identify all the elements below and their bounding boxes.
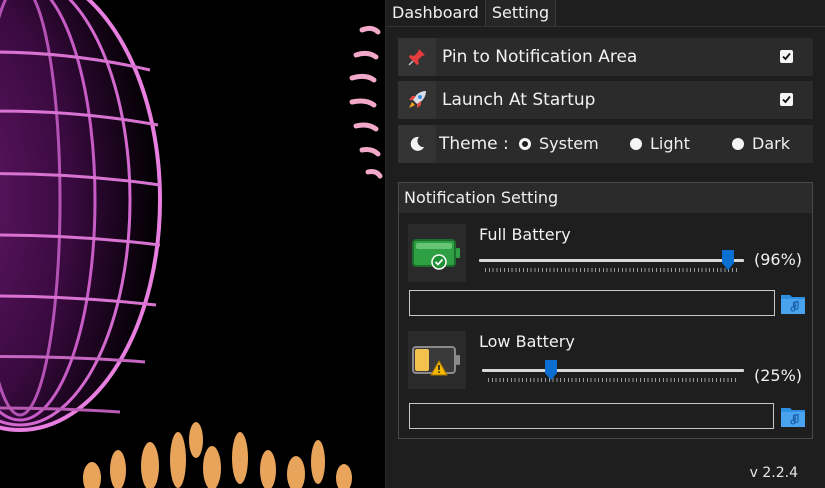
notification-setting-group: Notification Setting Full Battery (96%): [398, 182, 813, 439]
rocket-icon: [398, 81, 436, 119]
music-folder-icon: [781, 295, 805, 314]
version-label: v 2.2.4: [749, 465, 798, 481]
fireworks-image: [0, 0, 385, 488]
radio-light[interactable]: [630, 137, 642, 150]
full-battery-slider-thumb[interactable]: [721, 250, 734, 270]
theme-option-light[interactable]: Light: [630, 125, 690, 163]
low-battery-percent: (25%): [754, 366, 803, 385]
full-battery-browse-button[interactable]: [780, 291, 806, 315]
theme-option-dark-label: Dark: [752, 134, 790, 153]
low-battery-label: Low Battery: [479, 332, 575, 351]
low-battery-sound-input[interactable]: [409, 403, 774, 429]
desktop-wallpaper: [0, 0, 385, 488]
theme-option-light-label: Light: [650, 134, 690, 153]
theme-label: Theme :: [439, 134, 509, 154]
theme-option-system[interactable]: System: [519, 125, 599, 163]
full-battery-icon: [408, 224, 466, 282]
pushpin-icon: [398, 38, 436, 76]
startup-setting-row: Launch At Startup: [398, 81, 813, 119]
pin-setting-row: Pin to Notification Area: [398, 38, 813, 76]
moon-icon: [398, 125, 436, 163]
music-folder-icon: [781, 408, 805, 427]
radio-system[interactable]: [519, 137, 531, 150]
theme-option-dark[interactable]: Dark: [732, 125, 790, 163]
tab-divider: [386, 26, 825, 27]
theme-setting-row: Theme : System Light Dark: [398, 125, 813, 163]
tab-setting[interactable]: Setting: [485, 0, 557, 26]
startup-label: Launch At Startup: [442, 90, 596, 110]
notification-setting-title: Notification Setting: [399, 183, 812, 213]
low-battery-slider-track: [482, 369, 744, 372]
full-battery-slider-ticks: [485, 268, 738, 272]
full-battery-sound-input[interactable]: [409, 290, 775, 316]
radio-dark[interactable]: [732, 137, 744, 150]
full-battery-label: Full Battery: [479, 225, 571, 244]
low-battery-browse-button[interactable]: [780, 404, 806, 428]
tab-bar: Dashboard Setting: [386, 0, 557, 26]
low-battery-slider-ticks: [488, 378, 738, 382]
startup-checkbox[interactable]: [780, 93, 793, 106]
pin-checkbox[interactable]: [780, 50, 793, 63]
theme-option-system-label: System: [539, 134, 599, 153]
pin-label: Pin to Notification Area: [442, 47, 638, 67]
battery-app-window: Dashboard Setting Pin to Notification Ar…: [385, 0, 825, 488]
full-battery-percent: (96%): [754, 250, 803, 269]
low-battery-slider-thumb[interactable]: [544, 360, 557, 380]
low-battery-icon: [408, 331, 466, 389]
full-battery-slider[interactable]: [479, 250, 744, 278]
tab-dashboard[interactable]: Dashboard: [386, 0, 486, 26]
full-battery-slider-track: [479, 259, 744, 262]
low-battery-slider[interactable]: [482, 360, 744, 388]
